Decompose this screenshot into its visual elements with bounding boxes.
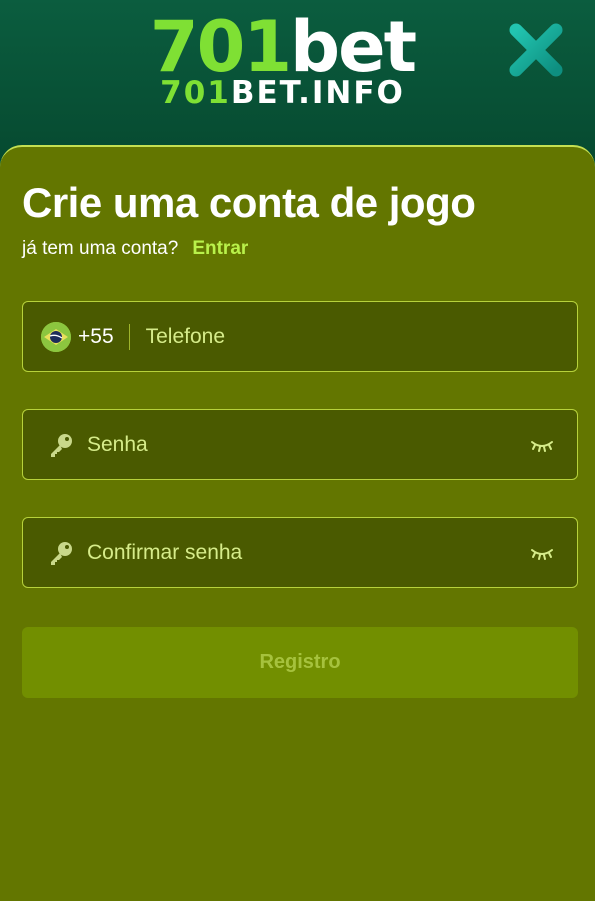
country-code[interactable]: +55 xyxy=(78,325,114,349)
confirm-password-field[interactable] xyxy=(22,517,578,588)
page-title: Crie uma conta de jogo xyxy=(22,179,476,226)
login-prompt: já tem uma conta? Entrar xyxy=(22,237,248,261)
divider xyxy=(128,323,130,350)
header: 701bet 701BET.INFO xyxy=(0,0,595,160)
close-button[interactable] xyxy=(504,18,568,82)
registration-sheet: Crie uma conta de jogo já tem uma conta?… xyxy=(0,145,595,901)
logo-domain-word: BET.INFO xyxy=(230,75,405,111)
login-prompt-text: já tem uma conta? xyxy=(22,238,179,259)
eye-closed-icon[interactable] xyxy=(529,543,555,563)
login-link[interactable]: Entrar xyxy=(192,238,248,259)
logo-main: 701bet xyxy=(0,12,565,82)
password-field[interactable] xyxy=(22,409,578,480)
phone-field[interactable]: +55 xyxy=(22,301,578,372)
register-button[interactable]: Registro xyxy=(22,627,578,698)
close-icon xyxy=(509,23,563,77)
brazil-flag-icon[interactable] xyxy=(41,321,71,352)
key-icon xyxy=(47,431,75,459)
eye-closed-icon[interactable] xyxy=(529,435,555,455)
key-icon xyxy=(47,539,75,567)
phone-input[interactable] xyxy=(145,302,577,371)
password-input[interactable] xyxy=(87,410,529,479)
logo-domain: 701BET.INFO xyxy=(0,75,565,111)
confirm-password-input[interactable] xyxy=(87,518,529,587)
logo-domain-number: 701 xyxy=(160,75,231,111)
logo: 701bet 701BET.INFO xyxy=(0,12,565,111)
